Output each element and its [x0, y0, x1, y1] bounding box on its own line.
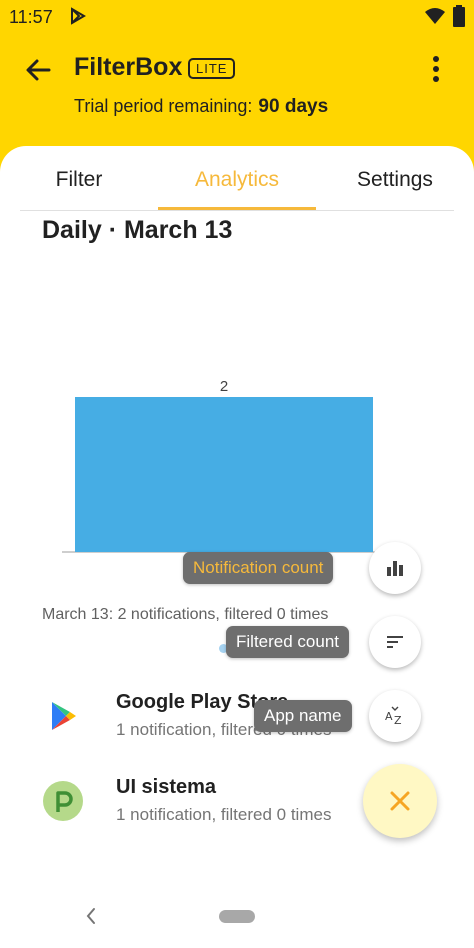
sort-filtered-count-label[interactable]: Filtered count — [226, 626, 349, 658]
nav-home-button[interactable] — [219, 910, 255, 923]
nav-back-button[interactable] — [84, 905, 98, 932]
app-subtitle: 1 notification, filtered 0 times — [116, 805, 332, 824]
chart-bar — [75, 397, 373, 552]
sort-app-name-label[interactable]: App name — [254, 700, 352, 732]
day-summary: March 13: 2 notifications, filtered 0 ti… — [42, 606, 329, 623]
bar-value-label: 2 — [220, 378, 228, 395]
close-speed-dial-button[interactable] — [363, 764, 437, 838]
nav-back-icon — [86, 908, 95, 924]
app-name: UI sistema — [116, 776, 217, 798]
svg-text:Z: Z — [394, 714, 402, 727]
sort-filtered-count-button[interactable] — [369, 616, 421, 668]
svg-text:A: A — [385, 710, 393, 723]
bar-chart-icon — [387, 561, 403, 576]
google-play-icon — [50, 700, 78, 737]
sort-icon — [387, 636, 403, 648]
sort-app-name-button[interactable]: A Z — [369, 690, 421, 742]
close-icon — [390, 791, 410, 811]
sort-notification-count-button[interactable] — [369, 542, 421, 594]
android-p-icon — [43, 781, 83, 826]
sort-notification-count-label[interactable]: Notification count — [183, 552, 334, 584]
sort-az-icon: A Z — [385, 706, 402, 727]
